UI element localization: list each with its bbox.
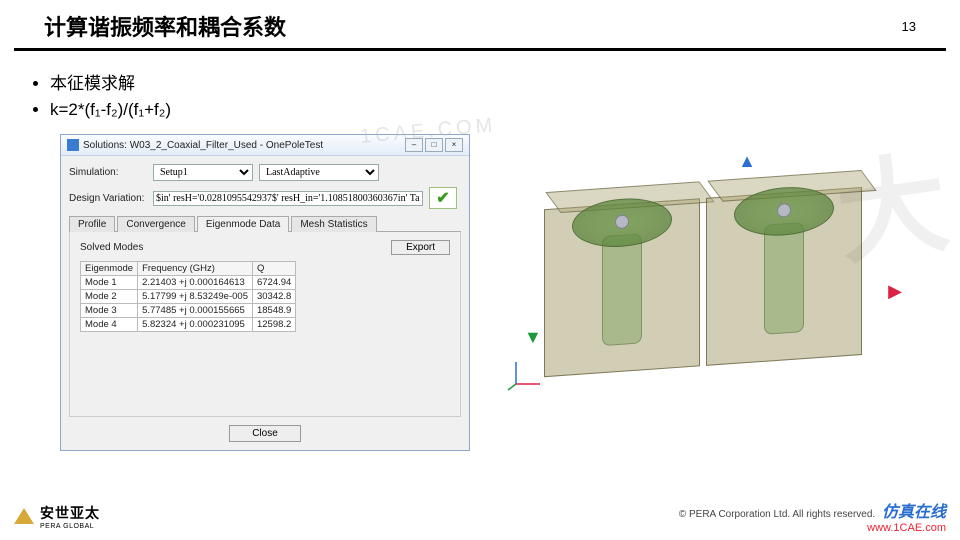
col-q[interactable]: Q <box>252 262 295 276</box>
maximize-icon[interactable]: □ <box>425 138 443 152</box>
minimize-icon[interactable]: – <box>405 138 423 152</box>
dialog-title-text: Solutions: W03_2_Coaxial_Filter_Used - O… <box>83 140 323 151</box>
dialog-titlebar[interactable]: Solutions: W03_2_Coaxial_Filter_Used - O… <box>61 135 469 156</box>
cavity-right <box>706 187 862 366</box>
logo-text-en: PERA GLOBAL <box>40 523 100 530</box>
table-row: Mode 25.17799 +j 8.53249e-00530342.8 <box>81 290 296 304</box>
modes-tbody: Mode 12.21403 +j 0.0001646136724.94 Mode… <box>81 276 296 332</box>
bullet-eigenmode: 本征模求解 <box>50 69 960 94</box>
tab-convergence[interactable]: Convergence <box>117 216 194 232</box>
brand-url: www.1CAE.com <box>679 522 946 534</box>
table-row: Mode 12.21403 +j 0.0001646136724.94 <box>81 276 296 290</box>
col-frequency[interactable]: Frequency (GHz) <box>138 262 253 276</box>
brand-text: 仿真在线 <box>882 504 946 521</box>
app-icon <box>67 139 79 151</box>
bullet-formula: k=2*(f₁-f₂)/(f₁+f₂) <box>50 100 960 120</box>
footer-logo: 安世亚太 PERA GLOBAL <box>14 503 100 530</box>
logo-text-cn: 安世亚太 <box>40 505 100 521</box>
solutions-dialog: Solutions: W03_2_Coaxial_Filter_Used - O… <box>60 134 470 451</box>
bullet-list: 本征模求解 k=2*(f₁-f₂)/(f₁+f₂) <box>50 69 960 120</box>
modes-table: Eigenmode Frequency (GHz) Q Mode 12.2140… <box>80 261 296 332</box>
solved-modes-label: Solved Modes <box>80 242 143 253</box>
logo-triangle-icon <box>14 508 34 524</box>
tab-strip: Profile Convergence Eigenmode Data Mesh … <box>69 215 461 232</box>
simulation-label: Simulation: <box>69 167 147 178</box>
table-row: Mode 45.82324 +j 0.00023109512598.2 <box>81 318 296 332</box>
adaptive-select[interactable]: LastAdaptive <box>259 164 379 181</box>
tab-mesh-statistics[interactable]: Mesh Statistics <box>291 216 376 232</box>
design-variation-label: Design Variation: <box>69 193 147 204</box>
axis-z-arrow-icon: ▲ <box>738 152 756 170</box>
page-title: 计算谐振频率和耦合系数 <box>44 10 286 42</box>
axis-y-arrow-icon: ▼ <box>524 328 542 346</box>
close-icon[interactable]: × <box>445 138 463 152</box>
export-button[interactable]: Export <box>391 240 450 255</box>
cavity-left <box>544 198 700 377</box>
design-variation-input[interactable] <box>153 191 423 206</box>
apply-button[interactable]: ✔ <box>429 187 457 209</box>
col-eigenmode[interactable]: Eigenmode <box>81 262 138 276</box>
close-button[interactable]: Close <box>229 425 301 442</box>
page-number: 13 <box>902 19 916 34</box>
axis-x-arrow-icon: ▶ <box>888 282 902 300</box>
table-row: Mode 35.77485 +j 0.00015566518548.9 <box>81 304 296 318</box>
simulation-select[interactable]: Setup1 <box>153 164 253 181</box>
copyright-text: © PERA Corporation Ltd. All rights reser… <box>679 509 875 520</box>
model-viewport[interactable]: ▲ ▶ ▼ <box>500 154 890 394</box>
axis-triad-icon <box>506 356 546 392</box>
tab-eigenmode-data[interactable]: Eigenmode Data <box>197 216 290 232</box>
tab-profile[interactable]: Profile <box>69 216 115 232</box>
